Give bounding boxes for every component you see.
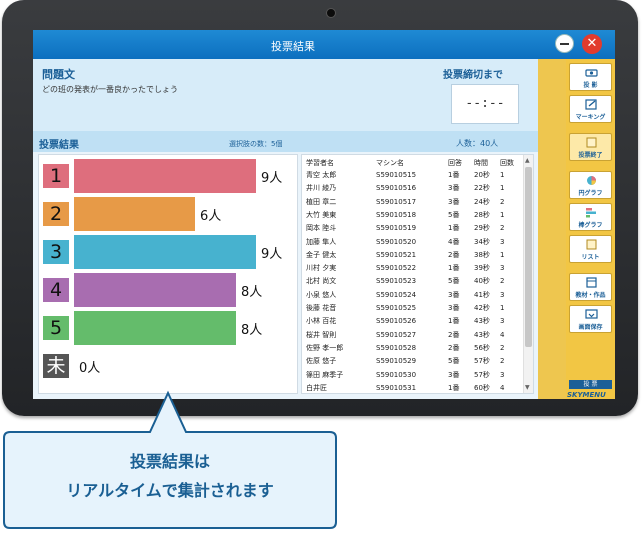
callout-line-1: 投票結果は — [129, 452, 210, 471]
callout-line-2: リアルタイムで集計されます — [66, 481, 274, 500]
